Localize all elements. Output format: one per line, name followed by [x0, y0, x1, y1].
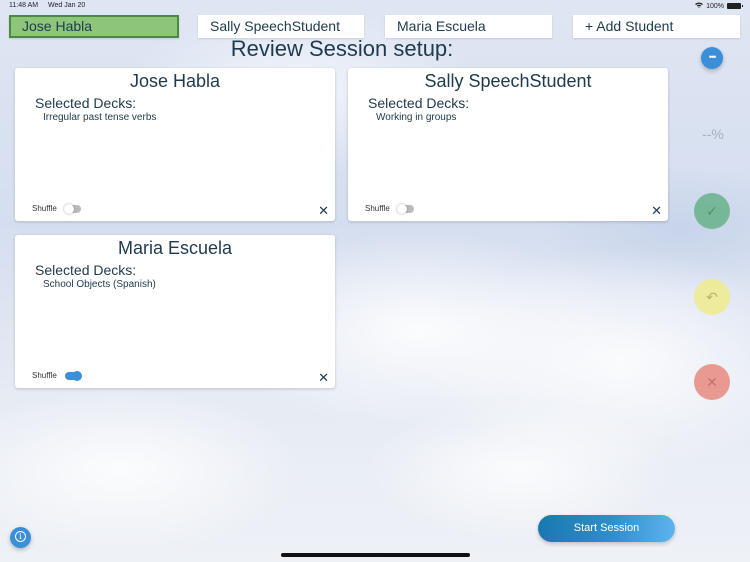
student-name: Maria Escuela: [117, 238, 233, 258]
add-student-button[interactable]: + Add Student: [573, 15, 740, 38]
page-title: Review Session setup:: [230, 36, 454, 61]
student-card-maria-escuela: Maria Escuela Selected Decks: School Obj…: [15, 235, 335, 388]
battery-icon: [727, 3, 743, 9]
status-bar: 11:48 AM Wed Jan 20 100%: [9, 2, 743, 12]
start-session-button[interactable]: Start Session: [538, 515, 675, 542]
checkmark-icon: ✓: [706, 203, 718, 219]
shuffle-toggle[interactable]: [64, 204, 81, 214]
student-card-jose-habla: Jose Habla Selected Decks: Irregular pas…: [15, 68, 335, 221]
shuffle-label: Shuffle: [32, 204, 57, 213]
deck-item: School Objects (Spanish): [43, 279, 156, 290]
x-icon: ✕: [706, 374, 718, 390]
incorrect-button[interactable]: ✕: [694, 364, 730, 400]
deck-item: Irregular past tense verbs: [43, 112, 157, 123]
shuffle-toggle[interactable]: [65, 371, 82, 381]
tab-jose-habla[interactable]: Jose Habla: [9, 15, 179, 38]
student-card-sally-speechstudent: Sally SpeechStudent Selected Decks: Work…: [348, 68, 668, 221]
undo-button[interactable]: ↶: [694, 279, 730, 315]
remove-student-close-icon[interactable]: ✕: [318, 371, 329, 385]
selected-decks-label: Selected Decks:: [35, 95, 137, 111]
wifi-icon: [695, 2, 704, 10]
ellipsis-icon: •••: [708, 52, 717, 62]
remove-student-close-icon[interactable]: ✕: [651, 204, 662, 218]
info-icon: i: [15, 530, 26, 542]
remove-student-close-icon[interactable]: ✕: [318, 204, 329, 218]
score-percent: --%: [702, 126, 724, 142]
battery-percent: 100%: [706, 2, 724, 10]
shuffle-toggle[interactable]: [397, 204, 414, 214]
student-name: Sally SpeechStudent: [424, 71, 592, 91]
shuffle-label: Shuffle: [365, 204, 390, 213]
undo-arrow-icon: ↶: [706, 289, 718, 305]
shuffle-label: Shuffle: [32, 371, 57, 380]
status-time: 11:48 AM: [9, 2, 39, 9]
deck-item: Working in groups: [376, 112, 457, 123]
tab-sally-speechstudent[interactable]: Sally SpeechStudent: [198, 15, 364, 38]
info-button[interactable]: i: [10, 527, 31, 548]
status-date: Wed Jan 20: [48, 2, 86, 9]
more-options-button[interactable]: •••: [701, 47, 723, 69]
student-name: Jose Habla: [129, 71, 221, 91]
selected-decks-label: Selected Decks:: [368, 95, 470, 111]
tab-maria-escuela[interactable]: Maria Escuela: [385, 15, 552, 38]
selected-decks-label: Selected Decks:: [35, 262, 137, 278]
home-indicator[interactable]: [281, 553, 470, 557]
correct-button[interactable]: ✓: [694, 193, 730, 229]
